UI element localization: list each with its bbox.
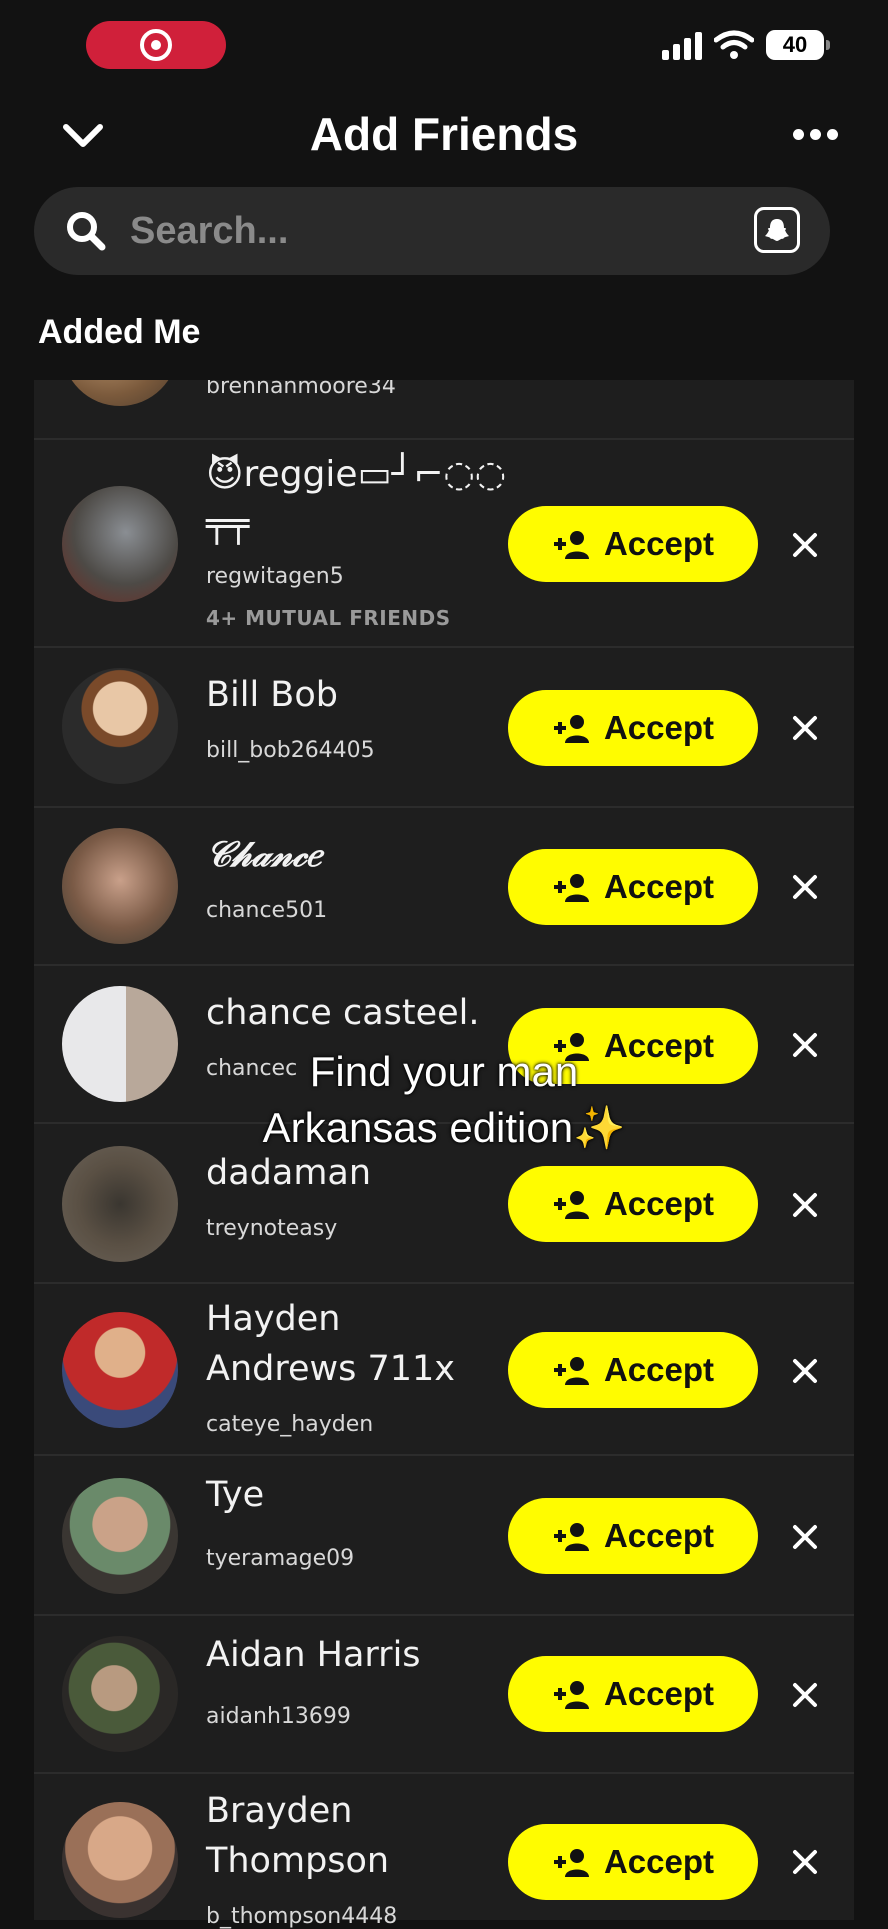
- cellular-signal-icon: [662, 30, 702, 60]
- accept-button[interactable]: Accept: [508, 506, 758, 582]
- avatar[interactable]: [62, 1478, 178, 1594]
- avatar[interactable]: [62, 486, 178, 602]
- screen-record-indicator[interactable]: [86, 21, 226, 69]
- username: regwitagen5: [206, 564, 344, 589]
- friend-request-row[interactable]: Brayden Thompson b_thompson4448 Accept: [34, 1774, 854, 1929]
- snapcode-scan-icon[interactable]: [754, 207, 800, 253]
- username: treynoteasy: [206, 1216, 338, 1241]
- close-icon[interactable]: [790, 713, 820, 743]
- close-icon[interactable]: [790, 1190, 820, 1220]
- add-friend-icon: [553, 1681, 589, 1709]
- avatar[interactable]: [62, 1312, 178, 1428]
- add-friend-icon: [553, 715, 589, 743]
- friend-request-row[interactable]: 𝒞𝒽𝒶𝓃𝒸𝑒 chance501 Accept: [34, 808, 854, 966]
- record-icon: [140, 29, 172, 61]
- add-friend-icon: [553, 874, 589, 902]
- display-name: chance casteel.: [206, 993, 480, 1033]
- caption-line-2: Arkansas edition✨: [262, 1104, 626, 1151]
- add-friend-icon: [553, 1523, 589, 1551]
- accept-label: Accept: [603, 1675, 715, 1712]
- accept-button[interactable]: Accept: [508, 690, 758, 766]
- display-name: 𝒞𝒽𝒶𝓃𝒸𝑒: [206, 834, 321, 875]
- accept-label: Accept: [603, 868, 715, 905]
- username: chance501: [206, 898, 328, 923]
- username: tyeramage09: [206, 1546, 355, 1571]
- avatar[interactable]: [62, 828, 178, 944]
- close-icon[interactable]: [790, 1680, 820, 1710]
- add-friend-icon: [553, 1849, 589, 1877]
- search-input[interactable]: [128, 208, 732, 254]
- friend-request-row[interactable]: Tye tyeramage09 Accept: [34, 1456, 854, 1616]
- search-bar[interactable]: [34, 187, 830, 275]
- close-icon[interactable]: [790, 1522, 820, 1552]
- accept-label: Accept: [603, 709, 715, 746]
- display-name: 😈reggie▭┘⌐◌◌ ╤╤: [206, 454, 507, 545]
- section-title-added-me: Added Me: [38, 313, 201, 351]
- avatar[interactable]: [62, 668, 178, 784]
- caption-line-1: Find your man: [309, 1048, 579, 1095]
- add-friend-icon: [553, 531, 589, 559]
- display-name: Brayden Thompson: [206, 1791, 390, 1881]
- display-name: Tye: [206, 1475, 265, 1515]
- friend-request-row[interactable]: Hayden Andrews 711x cateye_hayden Accept: [34, 1284, 854, 1456]
- accept-button[interactable]: Accept: [508, 1656, 758, 1732]
- friend-request-row[interactable]: Aidan Harris aidanh13699 Accept: [34, 1616, 854, 1774]
- close-icon[interactable]: [790, 1847, 820, 1877]
- more-options-icon[interactable]: [793, 129, 838, 140]
- username: bill_bob264405: [206, 738, 375, 763]
- ghost-icon: [765, 219, 789, 241]
- accept-button[interactable]: Accept: [508, 1824, 758, 1900]
- avatar[interactable]: [62, 1802, 178, 1918]
- header: Add Friends Added Me: [0, 95, 888, 380]
- accept-button[interactable]: Accept: [508, 849, 758, 925]
- display-name: Aidan Harris: [206, 1635, 421, 1675]
- friend-request-row[interactable]: Bill Bob bill_bob264405 Accept: [34, 648, 854, 808]
- add-friend-icon: [553, 1191, 589, 1219]
- username: b_thompson4448: [206, 1904, 398, 1929]
- status-bar: 40: [0, 0, 888, 95]
- add-friend-icon: [553, 1357, 589, 1385]
- video-caption-overlay: Find your man Arkansas edition✨: [0, 1044, 888, 1156]
- username: cateye_hayden: [206, 1412, 374, 1437]
- status-icons: 40: [662, 30, 830, 60]
- page-title: Add Friends: [309, 108, 579, 160]
- accept-label: Accept: [603, 1185, 715, 1222]
- friend-request-row[interactable]: 😈reggie▭┘⌐◌◌ ╤╤ regwitagen5 4+ MUTUAL FR…: [34, 440, 854, 648]
- accept-button[interactable]: Accept: [508, 1332, 758, 1408]
- display-name: Hayden Andrews 711x: [206, 1299, 455, 1389]
- display-name: Bill Bob: [206, 675, 338, 715]
- close-icon[interactable]: [790, 530, 820, 560]
- avatar[interactable]: [62, 1636, 178, 1752]
- close-icon[interactable]: [790, 872, 820, 902]
- username: aidanh13699: [206, 1704, 351, 1729]
- mutual-friends-label: 4+ MUTUAL FRIENDS: [206, 606, 451, 630]
- avatar[interactable]: [62, 1146, 178, 1262]
- accept-label: Accept: [603, 1351, 715, 1388]
- battery-icon: 40: [766, 30, 830, 60]
- accept-button[interactable]: Accept: [508, 1166, 758, 1242]
- accept-button[interactable]: Accept: [508, 1498, 758, 1574]
- search-icon: [67, 212, 106, 251]
- accept-label: Accept: [603, 1843, 715, 1880]
- accept-label: Accept: [603, 1517, 715, 1554]
- wifi-icon: [714, 30, 754, 59]
- accept-label: Accept: [603, 525, 715, 562]
- close-icon[interactable]: [790, 1356, 820, 1386]
